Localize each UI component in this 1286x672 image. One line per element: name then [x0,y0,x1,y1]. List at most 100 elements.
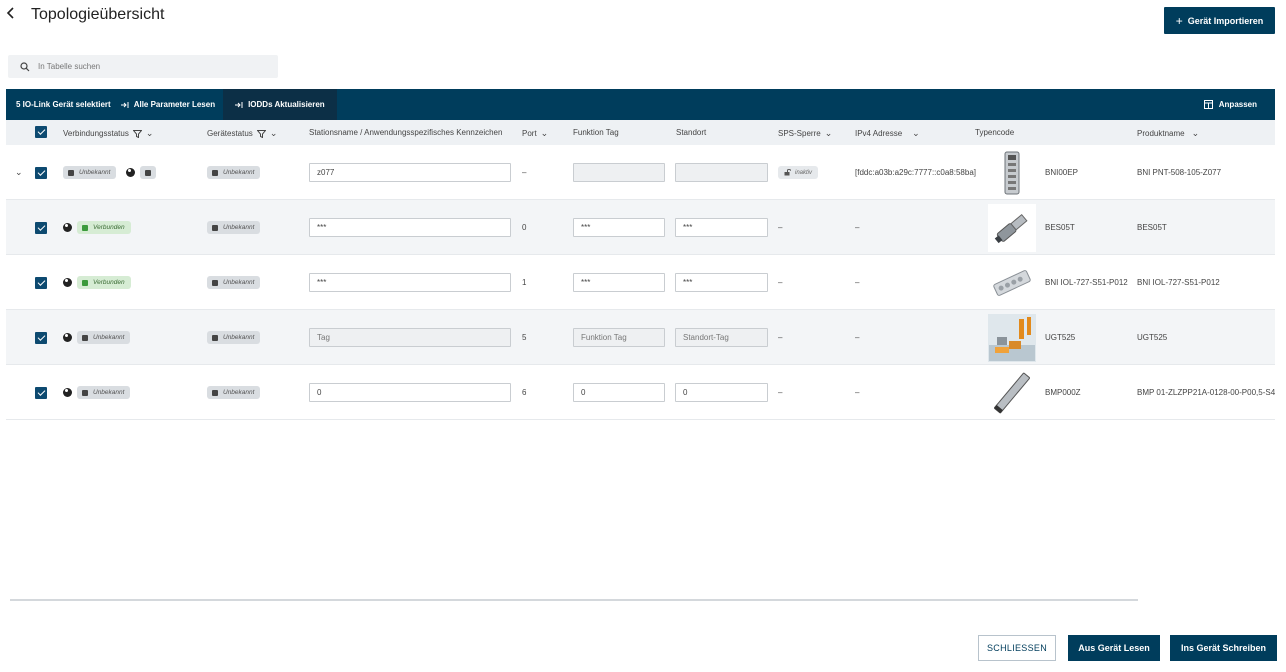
type-code-value: BNI00EP [1045,168,1078,177]
close-button[interactable]: SCHLIESSEN [978,635,1056,661]
chevron-down-icon[interactable]: ⌄ [825,128,833,139]
filter-icon[interactable] [132,129,142,138]
product-name-value: BES05T [1137,223,1167,232]
connection-status-badge: Unbekannt [63,166,117,179]
unlock-icon [784,169,791,176]
location-field[interactable] [675,163,768,182]
connection-status-text: Unbekannt [93,334,125,341]
connection-status-text: Verbunden [93,224,125,231]
network-globe-icon [63,388,72,397]
col-type-code-label: Typencode [975,128,1015,137]
col-connection-status[interactable]: Verbindungsstatus ⌄ [63,128,153,139]
chevron-down-icon[interactable]: ⌄ [270,128,278,139]
col-port[interactable]: Port ⌄ [522,128,548,139]
read-from-device-button[interactable]: Aus Gerät Lesen [1068,635,1160,661]
table-search [8,55,278,78]
search-input[interactable] [38,62,268,71]
row-checkbox[interactable] [35,386,47,399]
columns-icon [1203,100,1213,109]
arrow-to-bar-icon [235,101,243,108]
network-globe-icon [63,333,72,342]
row-checkbox[interactable] [35,221,47,234]
product-image-bmp000z [988,368,1036,417]
update-iodds-label: IODDs Aktualisieren [248,100,325,109]
adjust-label: Anpassen [1218,100,1257,109]
location-field[interactable]: Standort-Tag [675,328,768,347]
product-image-ugt525 [988,313,1036,362]
function-tag-field[interactable]: 0 [573,383,665,402]
location-field[interactable]: *** [675,218,768,237]
connection-status-text: Unbekannt [93,389,125,396]
expand-chevron-icon[interactable]: ⌄ [15,167,23,178]
table-row[interactable]: ⌄ Unbekannt Unbekannt z077 – inaktiv [fd… [6,145,1275,200]
table-row[interactable]: Verbunden Unbekannt *** 1 *** *** – – BN… [6,255,1275,310]
col-connection-status-label: Verbindungsstatus [63,129,129,138]
adjust-columns-button[interactable]: Anpassen [1203,89,1257,120]
back-button[interactable] [6,6,22,26]
port-value: 1 [522,278,527,287]
row-checkbox[interactable] [35,331,47,344]
type-code-value: UGT525 [1045,333,1076,342]
col-ipv4[interactable]: IPv4 Adresse ⌄ [855,128,920,139]
col-product-name[interactable]: Produktname ⌄ [1137,128,1199,139]
station-name-field[interactable]: 0 [309,383,511,402]
sps-lock-toggle[interactable]: inaktiv [778,166,819,179]
row-checkbox[interactable] [35,166,47,179]
function-tag-field[interactable] [573,163,665,182]
connection-status-badge: Verbunden [77,276,131,289]
status-square-badge [140,166,157,179]
product-name-value: BNI IOL-727-S51-P012 [1137,278,1220,287]
location-field[interactable]: *** [675,273,768,292]
network-globe-icon [63,223,72,232]
arrow-to-bar-icon [120,101,129,108]
col-sps-lock[interactable]: SPS-Sperre ⌄ [778,128,832,139]
function-tag-field[interactable]: Funktion Tag [573,328,665,347]
type-code-value: BNI IOL-727-S51-P012 [1045,278,1128,287]
import-device-button[interactable]: + Gerät Importieren [1164,7,1275,34]
col-station-name: Stationsname / Anwendungsspezifisches Ke… [309,128,502,137]
sps-lock-value: – [778,388,783,397]
connection-status-text: Unbekannt [79,169,111,176]
col-device-status[interactable]: Gerätestatus ⌄ [207,128,277,139]
page-title: Topologieübersicht [31,6,165,23]
station-name-field[interactable]: *** [309,273,511,292]
write-to-device-button[interactable]: Ins Gerät Schreiben [1170,635,1277,661]
product-image-bni-iol [988,258,1036,307]
function-tag-field[interactable]: *** [573,218,665,237]
filter-icon[interactable] [256,129,266,138]
device-status-text: Unbekannt [223,224,255,231]
chevron-down-icon[interactable]: ⌄ [541,128,549,139]
device-status-text: Unbekannt [223,334,255,341]
location-field[interactable]: 0 [675,383,768,402]
col-location-label: Standort [676,128,707,137]
update-iodds-button[interactable]: IODDs Aktualisieren [223,89,337,120]
port-value: 5 [522,333,527,342]
chevron-down-icon[interactable]: ⌄ [912,128,920,139]
station-name-field[interactable]: z077 [309,163,511,182]
device-status-badge: Unbekannt [207,386,261,399]
col-location: Standort [676,128,706,137]
ipv4-value: – [855,223,860,232]
row-checkbox[interactable] [35,276,47,289]
table-row[interactable]: Unbekannt Unbekannt Tag 5 Funktion Tag S… [6,310,1275,365]
col-port-label: Port [522,129,537,138]
read-all-parameters-label: Alle Parameter Lesen [133,100,216,109]
station-name-field[interactable]: *** [309,218,511,237]
col-device-status-label: Gerätestatus [207,129,253,138]
import-device-label: Gerät Importieren [1187,15,1264,26]
table-row[interactable]: Verbunden Unbekannt *** 0 *** *** – – BE… [6,200,1275,255]
select-all-checkbox[interactable] [35,126,47,138]
connection-status-badge: Unbekannt [77,331,131,344]
footer-divider [10,599,1138,601]
port-value: – [522,168,527,177]
chevron-down-icon[interactable]: ⌄ [1192,128,1200,139]
read-all-parameters-button[interactable]: Alle Parameter Lesen [113,89,223,120]
table-row[interactable]: Unbekannt Unbekannt 0 6 0 0 – – BMP000Z … [6,365,1275,420]
chevron-down-icon[interactable]: ⌄ [146,128,154,139]
col-product-name-label: Produktname [1137,129,1185,138]
device-status-badge: Unbekannt [207,166,261,179]
ipv4-value: [fddc:a03b:a29c:7777::c0a8:58ba] [855,168,976,177]
station-name-field[interactable]: Tag [309,328,511,347]
topology-table: Verbindungsstatus ⌄ Gerätestatus ⌄ Stati… [6,120,1275,420]
function-tag-field[interactable]: *** [573,273,665,292]
